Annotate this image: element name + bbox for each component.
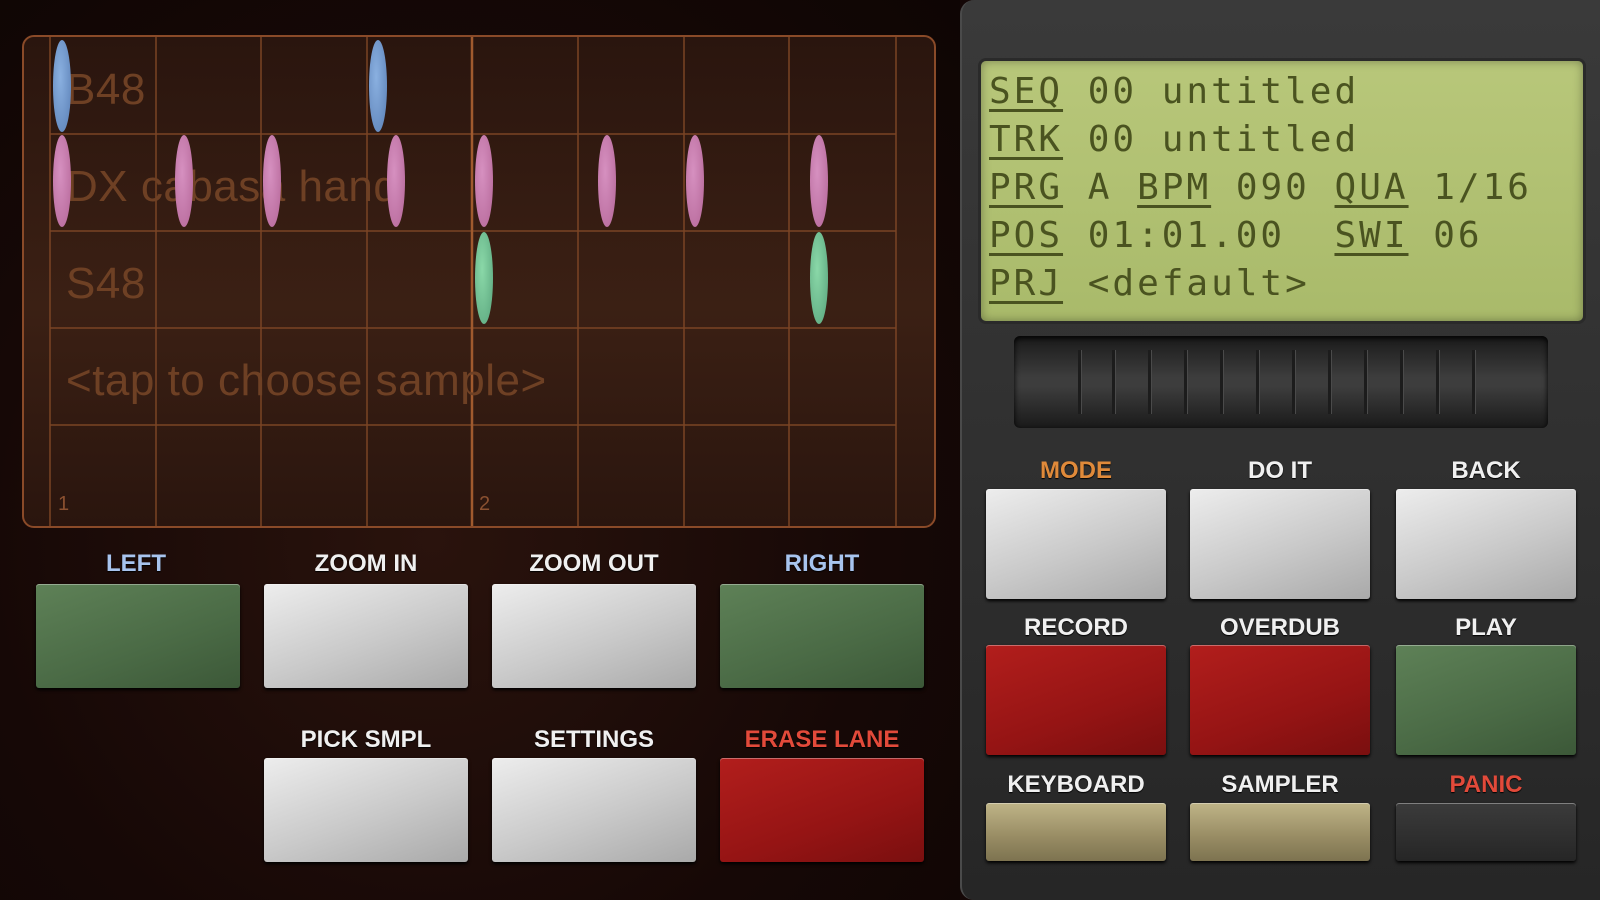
bar-number-1: 1 <box>58 493 70 515</box>
zoom-in-label: ZOOM IN <box>314 550 418 577</box>
lcd-display: SEQ 00 untitled TRK 00 untitled PRG A BP… <box>978 58 1586 324</box>
wheel-tick <box>1436 350 1439 414</box>
sequencer-grid[interactable]: B48 DX cabasa hand S48 <tap to choose sa… <box>22 35 936 528</box>
note[interactable] <box>175 135 193 227</box>
lcd-key-pos: POS <box>989 215 1064 256</box>
lcd-row-trk: TRK 00 untitled <box>989 119 1359 160</box>
lcd-row-prg: PRG A BPM 090 QUA 1/16 <box>989 167 1532 208</box>
lcd-value-qua: 1/16 <box>1433 167 1532 208</box>
right-label: RIGHT <box>784 550 860 577</box>
erase-lane-label: ERASE LANE <box>744 726 900 753</box>
overdub-button[interactable] <box>1190 645 1370 755</box>
back-label: BACK <box>1451 457 1521 484</box>
back-button[interactable] <box>1396 489 1576 599</box>
do-it-button[interactable] <box>1190 489 1370 599</box>
lane-label-4[interactable]: <tap to choose sample> <box>66 356 547 406</box>
play-button[interactable] <box>1396 645 1576 755</box>
lane-label-2[interactable]: DX cabasa hand <box>66 162 398 212</box>
settings-label: SETTINGS <box>533 726 654 753</box>
wheel-tick <box>1184 350 1187 414</box>
jog-wheel-icon[interactable] <box>1014 336 1548 428</box>
right-button[interactable] <box>720 584 924 688</box>
sampler-button[interactable] <box>1190 803 1370 861</box>
zoom-in-button[interactable] <box>264 584 468 688</box>
wheel-tick <box>1400 350 1403 414</box>
record-label: RECORD <box>1023 614 1128 641</box>
panic-label: PANIC <box>1449 771 1523 798</box>
lcd-value-prj: <default> <box>1087 263 1310 304</box>
note[interactable] <box>598 135 616 227</box>
lcd-key-qua: QUA <box>1334 167 1409 208</box>
lcd-key-prg: PRG <box>989 167 1064 208</box>
lcd-key-seq: SEQ <box>989 71 1064 112</box>
keyboard-label: KEYBOARD <box>1007 771 1145 798</box>
zoom-out-label: ZOOM OUT <box>529 550 659 577</box>
note[interactable] <box>387 135 405 227</box>
lcd-value-pos: 01:01.00 <box>1087 215 1286 256</box>
zoom-out-button[interactable] <box>492 584 696 688</box>
lcd-value-bpm: 090 <box>1235 167 1310 208</box>
settings-button[interactable] <box>492 758 696 862</box>
lcd-key-swi: SWI <box>1334 215 1409 256</box>
left-label: LEFT <box>106 550 166 577</box>
note[interactable] <box>53 40 71 132</box>
wheel-tick <box>1472 350 1475 414</box>
lcd-row-seq: SEQ 00 untitled <box>989 71 1359 112</box>
wheel-tick <box>1112 350 1115 414</box>
do-it-label: DO IT <box>1248 457 1312 484</box>
play-label: PLAY <box>1455 614 1517 641</box>
pick-sample-button[interactable] <box>264 758 468 862</box>
keyboard-button[interactable] <box>986 803 1166 861</box>
mode-label: MODE <box>1040 457 1112 484</box>
wheel-tick <box>1364 350 1367 414</box>
wheel-tick <box>1078 350 1081 414</box>
wheel-tick <box>1220 350 1223 414</box>
pick-sample-label: PICK SMPL <box>300 726 432 753</box>
overdub-label: OVERDUB <box>1219 614 1340 641</box>
wheel-tick <box>1148 350 1151 414</box>
sampler-label: SAMPLER <box>1221 771 1339 798</box>
lcd-value-trk: 00 untitled <box>1087 119 1360 160</box>
wheel-tick <box>1256 350 1259 414</box>
lcd-key-trk: TRK <box>989 119 1064 160</box>
mode-button[interactable] <box>986 489 1166 599</box>
note[interactable] <box>810 135 828 227</box>
erase-lane-button[interactable] <box>720 758 924 862</box>
wheel-tick <box>1328 350 1331 414</box>
lcd-value-prg: A <box>1087 167 1113 208</box>
lcd-row-pos: POS 01:01.00 SWI 06 <box>989 215 1483 256</box>
note[interactable] <box>686 135 704 227</box>
panic-button[interactable] <box>1396 803 1576 861</box>
note[interactable] <box>810 232 828 324</box>
record-button[interactable] <box>986 645 1166 755</box>
note[interactable] <box>263 135 281 227</box>
note[interactable] <box>53 135 71 227</box>
lane-label-1[interactable]: B48 <box>66 65 146 115</box>
note[interactable] <box>475 232 493 324</box>
bar-number-2: 2 <box>479 493 491 515</box>
note[interactable] <box>475 135 493 227</box>
lcd-key-bpm: BPM <box>1137 167 1212 208</box>
lcd-row-prj: PRJ <default> <box>989 263 1310 304</box>
wheel-tick <box>1292 350 1295 414</box>
left-button[interactable] <box>36 584 240 688</box>
lcd-value-seq: 00 untitled <box>1087 71 1360 112</box>
note[interactable] <box>369 40 387 132</box>
lcd-key-prj: PRJ <box>989 263 1064 304</box>
lane-label-3[interactable]: S48 <box>66 259 146 309</box>
lcd-value-swi: 06 <box>1433 215 1483 256</box>
